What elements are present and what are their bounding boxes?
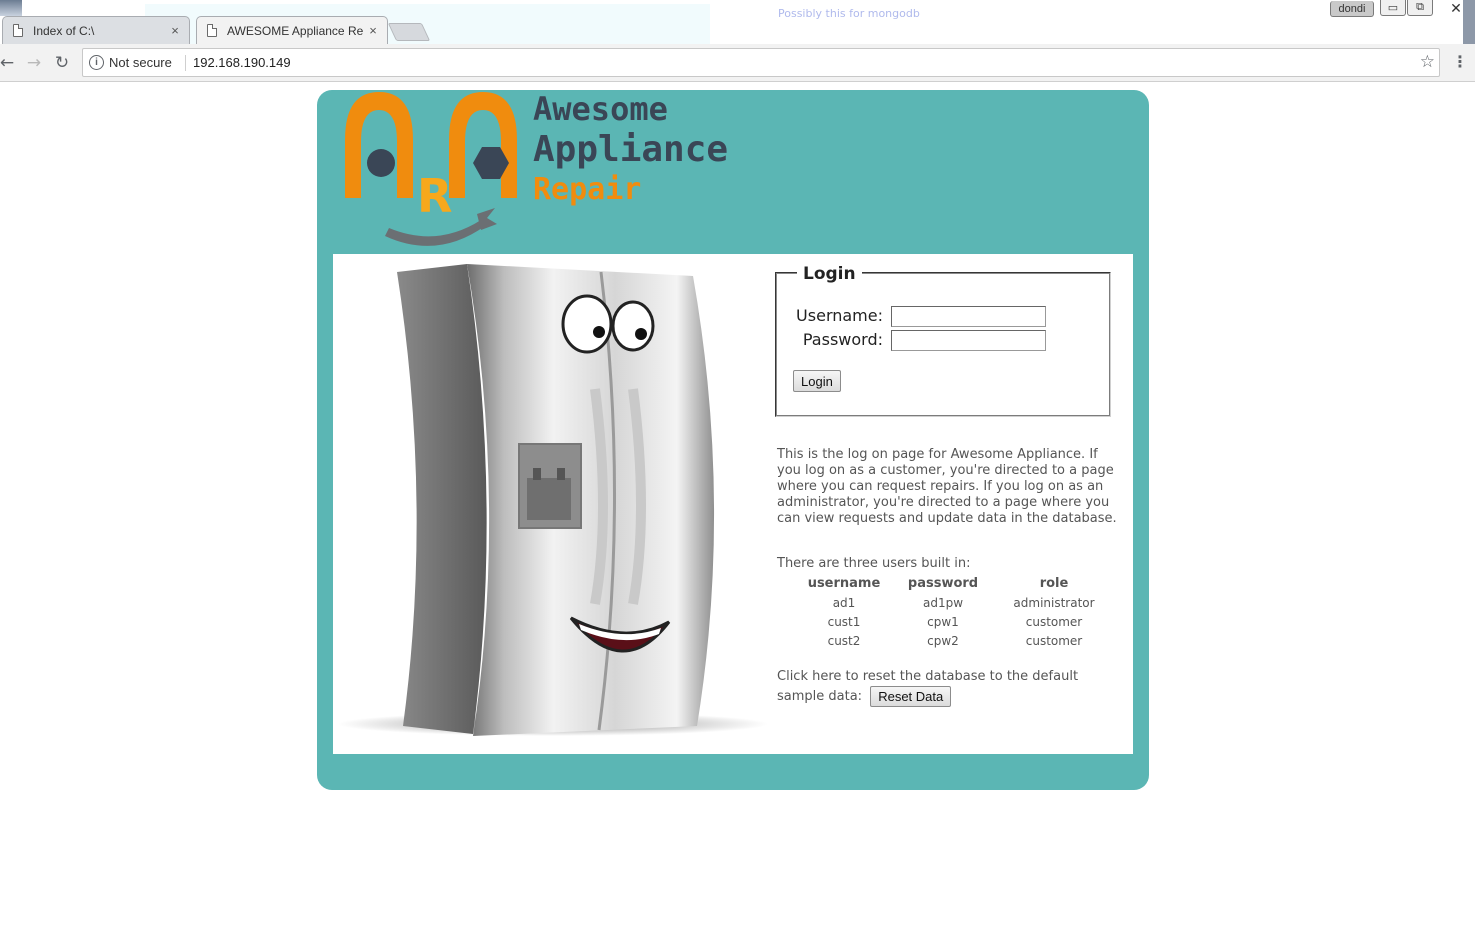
background-window-text: Possibly this for mongodb <box>778 7 920 20</box>
forward-arrow-icon[interactable]: → <box>23 52 45 74</box>
tab-awesome-appliance[interactable]: AWESOME Appliance Re × <box>196 16 388 44</box>
tab-title: Index of C:\ <box>33 23 95 38</box>
bookmark-star-icon[interactable]: ☆ <box>1420 52 1435 72</box>
cell-role: customer <box>1025 633 1083 648</box>
browser-toolbar: ← → ↻ i Not secure 192.168.190.149 ☆ ⋮ <box>0 44 1475 82</box>
cell-role: customer <box>1025 614 1083 629</box>
window-edge <box>1463 0 1475 44</box>
url-text[interactable]: 192.168.190.149 <box>193 55 291 70</box>
cell-username: cust1 <box>827 614 861 629</box>
users-intro: There are three users built in: <box>777 556 971 571</box>
password-label: Password: <box>802 330 883 349</box>
login-column: Login Username: Password: Login This is … <box>775 254 1125 754</box>
tab-close-icon[interactable]: × <box>167 23 183 38</box>
background-window-edge <box>0 0 22 16</box>
logo-monogram-r: R <box>417 169 452 223</box>
tab-close-icon[interactable]: × <box>365 23 381 38</box>
login-legend: Login <box>797 264 862 284</box>
password-input[interactable] <box>891 330 1046 351</box>
logo-line-repair: Repair <box>533 172 641 207</box>
cell-password: ad1pw <box>922 595 964 610</box>
reset-data-button[interactable]: Reset Data <box>870 686 952 707</box>
page-description: This is the log on page for Awesome Appl… <box>777 447 1117 526</box>
reset-section: Click here to reset the database to the … <box>777 668 1123 707</box>
logo-line-appliance: Appliance <box>533 129 728 170</box>
table-row: ad1 ad1pw administrator <box>804 593 1106 612</box>
site-container: R Awesome Appliance Repair Login Usernam… <box>317 90 1149 790</box>
login-button[interactable]: Login <box>793 370 841 392</box>
header-username: username <box>807 576 881 591</box>
page-icon <box>207 24 217 37</box>
address-bar[interactable]: i Not secure 192.168.190.149 ☆ <box>82 48 1440 77</box>
cell-password: cpw1 <box>927 614 959 629</box>
main-content: Login Username: Password: Login This is … <box>333 254 1133 754</box>
username-input[interactable] <box>891 306 1046 327</box>
smiling-fridge-illustration <box>338 264 768 736</box>
browser-menu-icon[interactable]: ⋮ <box>1452 52 1468 74</box>
users-table-header: username password role <box>804 574 1106 593</box>
cell-username: ad1 <box>832 595 856 610</box>
reload-icon[interactable]: ↻ <box>51 52 73 74</box>
tab-title: AWESOME Appliance Re <box>227 23 364 38</box>
username-label: Username: <box>796 306 883 325</box>
minimize-icon[interactable]: ▭ <box>1380 0 1406 16</box>
header-password: password <box>907 576 979 591</box>
awesome-appliance-repair-logo: R Awesome Appliance Repair <box>345 90 728 246</box>
users-table: username password role ad1 ad1pw adminis… <box>804 574 1106 650</box>
page-icon <box>13 24 23 37</box>
tab-index-of-c[interactable]: Index of C:\ × <box>2 16 190 44</box>
security-status[interactable]: Not secure <box>109 55 172 70</box>
table-row: cust2 cpw2 customer <box>804 631 1106 650</box>
back-arrow-icon[interactable]: ← <box>0 52 18 74</box>
header-role: role <box>1039 576 1069 591</box>
login-fieldset: Login Username: Password: Login <box>775 264 1111 417</box>
cell-username: cust2 <box>827 633 861 648</box>
cell-password: cpw2 <box>927 633 959 648</box>
cell-role: administrator <box>1013 595 1095 610</box>
divider <box>185 55 186 71</box>
table-row: cust1 cpw1 customer <box>804 612 1106 631</box>
restore-icon[interactable]: ⧉ <box>1407 0 1433 16</box>
profile-button[interactable]: dondi <box>1330 1 1374 17</box>
info-icon[interactable]: i <box>89 55 104 70</box>
logo-line-awesome: Awesome <box>533 90 668 128</box>
browser-titlebar: Possibly this for mongodb Index of C:\ ×… <box>0 0 1475 44</box>
